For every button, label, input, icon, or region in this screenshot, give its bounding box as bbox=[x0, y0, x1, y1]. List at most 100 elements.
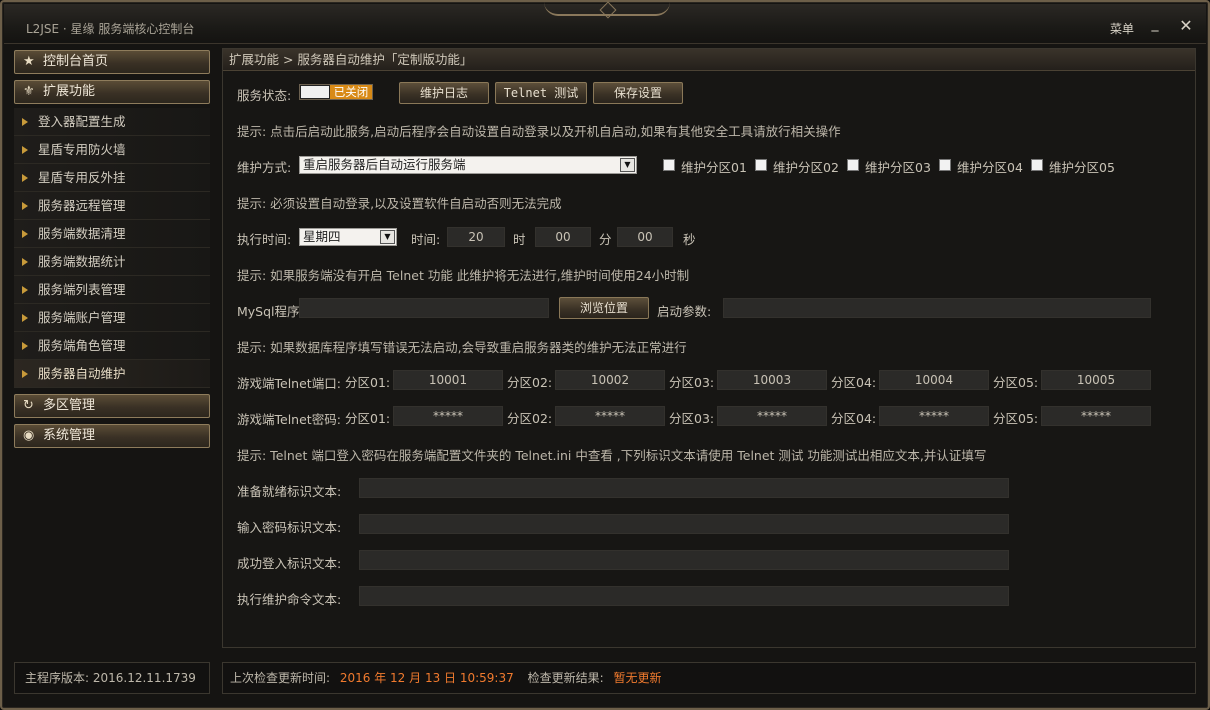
weekday-select-value: 星期四 bbox=[303, 229, 341, 244]
sidebar-item[interactable]: 服务端角色管理 bbox=[14, 332, 210, 360]
nav-home[interactable]: ★ 控制台首页 bbox=[14, 50, 210, 74]
triangle-right-icon bbox=[22, 202, 28, 210]
telnet-password-input[interactable]: ***** bbox=[393, 406, 503, 426]
zone-checkbox-label: 维护分区01 bbox=[681, 160, 747, 175]
sidebar-item[interactable]: 服务端数据清理 bbox=[14, 220, 210, 248]
sidebar-item[interactable]: 服务器自动维护 bbox=[14, 360, 210, 388]
sidebar-item[interactable]: 星盾专用防火墙 bbox=[14, 136, 210, 164]
zone-checkbox[interactable] bbox=[1031, 159, 1043, 171]
triangle-right-icon bbox=[22, 146, 28, 154]
save-settings-button[interactable]: 保存设置 bbox=[593, 82, 683, 104]
hour-unit: 时 bbox=[513, 232, 526, 247]
login-success-label: 成功登入标识文本: bbox=[237, 556, 342, 571]
chevron-down-icon: ▼ bbox=[620, 158, 635, 172]
zone-checkbox[interactable] bbox=[847, 159, 859, 171]
triangle-right-icon bbox=[22, 118, 28, 126]
service-status-value: 已关闭 bbox=[330, 85, 372, 99]
triangle-right-icon bbox=[22, 258, 28, 266]
eye-icon: ◉ bbox=[23, 428, 35, 443]
sidebar-item-label: 登入器配置生成 bbox=[38, 114, 126, 129]
browse-button[interactable]: 浏览位置 bbox=[559, 297, 649, 319]
triangle-right-icon bbox=[22, 314, 28, 322]
nav-home-label: 控制台首页 bbox=[43, 54, 109, 69]
nav-multi-zone[interactable]: ↻ 多区管理 bbox=[14, 394, 210, 418]
login-success-input[interactable] bbox=[359, 550, 1009, 570]
hint-telnet-ini: 提示: Telnet 端口登入密码在服务端配置文件夹的 Telnet.ini 中… bbox=[237, 448, 987, 463]
sidebar-item[interactable]: 星盾专用反外挂 bbox=[14, 164, 210, 192]
telnet-port-input[interactable]: 10005 bbox=[1041, 370, 1151, 390]
sidebar-item-label: 服务端列表管理 bbox=[38, 282, 126, 297]
sidebar-item[interactable]: 服务端账户管理 bbox=[14, 304, 210, 332]
start-args-input[interactable] bbox=[723, 298, 1151, 318]
sidebar-item[interactable]: 服务端数据统计 bbox=[14, 248, 210, 276]
triangle-right-icon bbox=[22, 286, 28, 294]
hour-input[interactable]: 20 bbox=[447, 227, 505, 247]
weekday-select[interactable]: 星期四 ▼ bbox=[299, 228, 397, 246]
mode-label: 维护方式: bbox=[237, 160, 292, 175]
sidebar-item-label: 服务端数据统计 bbox=[38, 254, 126, 269]
hint-autologin: 提示: 必须设置自动登录,以及设置软件自启动否则无法完成 bbox=[237, 196, 562, 211]
nav-sub-list: 登入器配置生成星盾专用防火墙 星盾专用反外挂 服务器远程管理服务端数据清理 服务端数据… bbox=[12, 108, 212, 388]
zone-checkbox-label: 维护分区05 bbox=[1049, 160, 1115, 175]
telnet-password-zone-label: 分区05: bbox=[993, 411, 1039, 426]
telnet-port-zone-label: 分区02: bbox=[507, 375, 553, 390]
minute-input[interactable]: 00 bbox=[535, 227, 591, 247]
telnet-port-label: 游戏端Telnet端口: bbox=[237, 376, 341, 391]
triangle-right-icon bbox=[22, 370, 28, 378]
breadcrumb: 扩展功能 > 服务器自动维护「定制版功能」 bbox=[223, 49, 1195, 71]
time-label: 时间: bbox=[411, 232, 441, 247]
telnet-password-input[interactable]: ***** bbox=[1041, 406, 1151, 426]
password-prompt-input[interactable] bbox=[359, 514, 1009, 534]
check-result-value: 暂无更新 bbox=[613, 671, 662, 685]
sidebar-item-label: 服务端账户管理 bbox=[38, 310, 126, 325]
telnet-port-input[interactable]: 10003 bbox=[717, 370, 827, 390]
close-button[interactable]: ✕ bbox=[1176, 16, 1196, 36]
ready-text-input[interactable] bbox=[359, 478, 1009, 498]
chevron-down-icon: ▼ bbox=[380, 230, 395, 244]
telnet-password-input[interactable]: ***** bbox=[717, 406, 827, 426]
title-bar[interactable]: L2JSE · 星缘 服务端核心控制台 菜单 _ ✕ bbox=[4, 4, 1206, 44]
telnet-password-input[interactable]: ***** bbox=[555, 406, 665, 426]
hint-database: 提示: 如果数据库程序填写错误无法启动,会导致重启服务器类的维护无法正常进行 bbox=[237, 340, 687, 355]
telnet-port-input[interactable]: 10004 bbox=[879, 370, 989, 390]
triangle-right-icon bbox=[22, 174, 28, 182]
telnet-test-button[interactable]: Telnet 测试 bbox=[495, 82, 587, 104]
nav-extensions[interactable]: ⚜ 扩展功能 bbox=[14, 80, 210, 104]
sidebar-item-label: 服务端数据清理 bbox=[38, 226, 126, 241]
telnet-port-zone-label: 分区01: bbox=[345, 375, 391, 390]
maintenance-command-input[interactable] bbox=[359, 586, 1009, 606]
telnet-port-input[interactable]: 10002 bbox=[555, 370, 665, 390]
toggle-knob bbox=[301, 86, 329, 98]
telnet-password-input[interactable]: ***** bbox=[879, 406, 989, 426]
telnet-port-zone-label: 分区04: bbox=[831, 375, 877, 390]
mode-select[interactable]: 重启服务器后自动运行服务端 ▼ bbox=[299, 156, 637, 174]
maintenance-log-button[interactable]: 维护日志 bbox=[399, 82, 489, 104]
second-unit: 秒 bbox=[683, 232, 696, 247]
second-input[interactable]: 00 bbox=[617, 227, 673, 247]
sidebar-item[interactable]: 服务器远程管理 bbox=[14, 192, 210, 220]
zone-checkbox[interactable] bbox=[755, 159, 767, 171]
hint-telnet: 提示: 如果服务端没有开启 Telnet 功能 此维护将无法进行,维护时间使用2… bbox=[237, 268, 690, 283]
service-status-toggle[interactable]: 已关闭 bbox=[299, 84, 373, 100]
password-prompt-label: 输入密码标识文本: bbox=[237, 520, 342, 535]
zone-checkbox[interactable] bbox=[663, 159, 675, 171]
mode-select-value: 重启服务器后自动运行服务端 bbox=[303, 157, 466, 172]
app-title: L2JSE · 星缘 服务端核心控制台 bbox=[26, 22, 195, 36]
zone-checkbox-label: 维护分区03 bbox=[865, 160, 931, 175]
telnet-port-input[interactable]: 10001 bbox=[393, 370, 503, 390]
nav-extensions-label: 扩展功能 bbox=[43, 84, 96, 99]
nav-multi-zone-label: 多区管理 bbox=[43, 398, 96, 413]
menu-button[interactable]: 菜单 bbox=[1110, 20, 1134, 37]
main-panel: 扩展功能 > 服务器自动维护「定制版功能」 服务状态: 已关闭 维护日志 Tel… bbox=[222, 48, 1196, 648]
sidebar-item[interactable]: 登入器配置生成 bbox=[14, 108, 210, 136]
telnet-password-label: 游戏端Telnet密码: bbox=[237, 412, 341, 427]
mysql-path-input[interactable] bbox=[299, 298, 549, 318]
minute-unit: 分 bbox=[599, 232, 612, 247]
service-status-label: 服务状态: bbox=[237, 88, 292, 103]
telnet-port-zone-label: 分区03: bbox=[669, 375, 715, 390]
nav-system[interactable]: ◉ 系统管理 bbox=[14, 424, 210, 448]
ready-text-label: 准备就绪标识文本: bbox=[237, 484, 342, 499]
sidebar-item[interactable]: 服务端列表管理 bbox=[14, 276, 210, 304]
zone-checkbox[interactable] bbox=[939, 159, 951, 171]
minimize-button[interactable]: _ bbox=[1146, 16, 1164, 34]
